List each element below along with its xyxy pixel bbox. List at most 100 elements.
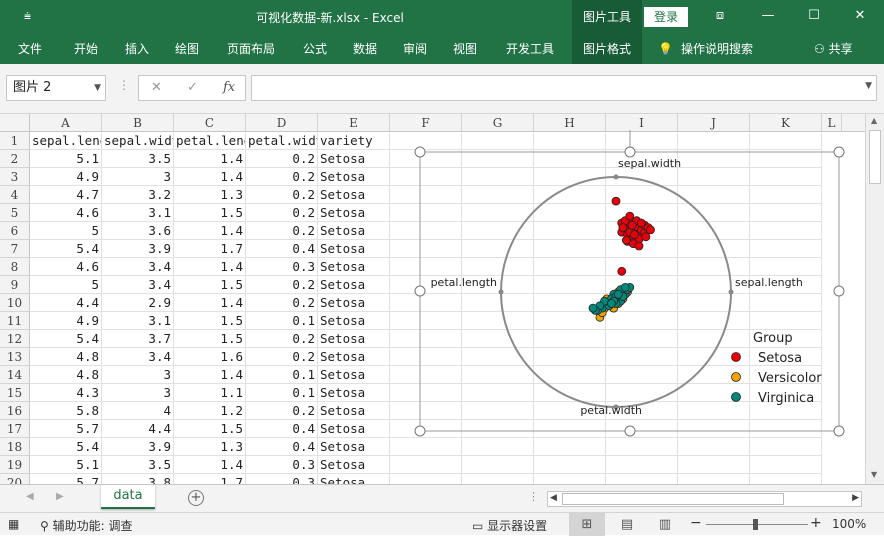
close-button[interactable]: ✕ (837, 0, 883, 34)
resize-handle[interactable] (624, 425, 636, 437)
cell[interactable]: 4.8 (30, 348, 102, 366)
cell[interactable]: 3.9 (102, 240, 174, 258)
cell[interactable] (390, 438, 462, 456)
cell[interactable]: 3.1 (102, 204, 174, 222)
cell[interactable]: 5.4 (30, 438, 102, 456)
cell[interactable] (606, 456, 678, 474)
cell[interactable]: 1.6 (174, 348, 246, 366)
confirm-icon[interactable]: ✓ (187, 80, 198, 95)
tab-formulas[interactable]: 公式 (294, 34, 336, 64)
cell[interactable]: 3.5 (102, 456, 174, 474)
cell[interactable] (462, 456, 534, 474)
cell[interactable]: 4.3 (30, 384, 102, 402)
cell[interactable] (678, 474, 750, 484)
tab-page-layout[interactable]: 页面布局 (218, 34, 284, 64)
cell[interactable]: 1.4 (174, 168, 246, 186)
cell[interactable]: 0.3 (246, 474, 318, 484)
cell[interactable]: Setosa (318, 204, 390, 222)
scroll-right-icon[interactable]: ▶ (852, 493, 859, 503)
chevron-down-icon[interactable]: ▼ (94, 76, 101, 100)
cell[interactable]: 0.2 (246, 222, 318, 240)
ribbon-display-options-icon[interactable]: ⧈ (697, 0, 743, 34)
tab-draw[interactable]: 绘图 (166, 34, 208, 64)
cell[interactable]: 1.4 (174, 366, 246, 384)
cell[interactable]: 1.1 (174, 384, 246, 402)
cell[interactable]: Setosa (318, 420, 390, 438)
cell[interactable] (750, 456, 822, 474)
cell[interactable]: Setosa (318, 330, 390, 348)
cell[interactable]: Setosa (318, 366, 390, 384)
display-settings[interactable]: ▭ 显示器设置 (472, 517, 547, 534)
cell[interactable]: 4.9 (30, 168, 102, 186)
cell[interactable]: Setosa (318, 168, 390, 186)
tab-data[interactable]: 数据 (344, 34, 386, 64)
horizontal-scroll-thumb[interactable] (562, 493, 784, 505)
column-header-f[interactable]: F (390, 114, 462, 132)
insert-function-icon[interactable]: fx (223, 80, 235, 95)
column-header-g[interactable]: G (462, 114, 534, 132)
cell[interactable]: 1.4 (174, 150, 246, 168)
cell[interactable] (750, 474, 822, 484)
cell[interactable]: 0.4 (246, 240, 318, 258)
sheet-tab-data[interactable]: data (101, 485, 155, 509)
cell[interactable]: 5.7 (30, 420, 102, 438)
cell[interactable] (750, 438, 822, 456)
cell[interactable] (462, 438, 534, 456)
minimize-button[interactable]: — (745, 0, 791, 34)
cell[interactable]: 5.1 (30, 456, 102, 474)
cell[interactable]: 0.4 (246, 438, 318, 456)
column-header-l[interactable]: L (822, 114, 842, 132)
scroll-left-icon[interactable]: ◀ (550, 493, 557, 503)
cell[interactable]: Setosa (318, 186, 390, 204)
cell[interactable]: 5.8 (30, 402, 102, 420)
cell[interactable]: 1.7 (174, 474, 246, 484)
cell[interactable]: 3.4 (102, 258, 174, 276)
splitter-icon[interactable]: ⋮ (118, 78, 130, 92)
column-header-i[interactable]: I (606, 114, 678, 132)
cell[interactable]: 0.2 (246, 330, 318, 348)
scroll-down-icon[interactable]: ▼ (871, 470, 877, 479)
quick-access-icon[interactable]: ⩧ (24, 9, 31, 24)
cell[interactable]: 0.3 (246, 456, 318, 474)
cell[interactable]: 4.9 (30, 312, 102, 330)
cell[interactable]: 0.2 (246, 150, 318, 168)
accessibility-status[interactable]: ⚲ 辅助功能: 调查 (40, 517, 132, 534)
cell[interactable]: 1.5 (174, 330, 246, 348)
cell[interactable] (606, 132, 678, 150)
cell[interactable]: 1.5 (174, 420, 246, 438)
cell[interactable]: 1.4 (174, 294, 246, 312)
cell[interactable]: 0.2 (246, 186, 318, 204)
resize-handle[interactable] (414, 425, 426, 437)
cell[interactable]: Setosa (318, 222, 390, 240)
row-header[interactable]: 14 (0, 366, 30, 384)
row-header[interactable]: 13 (0, 348, 30, 366)
cell[interactable]: 3.2 (102, 186, 174, 204)
row-header[interactable]: 17 (0, 420, 30, 438)
cell[interactable]: 1.4 (174, 222, 246, 240)
column-header-h[interactable]: H (534, 114, 606, 132)
cell[interactable]: 4.4 (102, 420, 174, 438)
cell[interactable]: 0.2 (246, 402, 318, 420)
cell[interactable] (462, 474, 534, 484)
page-break-view-icon[interactable]: ▥ (647, 513, 683, 536)
cell[interactable]: Setosa (318, 402, 390, 420)
cell[interactable]: 1.5 (174, 312, 246, 330)
cell[interactable]: 3.5 (102, 150, 174, 168)
zoom-level[interactable]: 100% (832, 517, 866, 531)
cell[interactable] (678, 132, 750, 150)
resize-handle[interactable] (414, 146, 426, 158)
cell[interactable]: 0.4 (246, 420, 318, 438)
cell[interactable]: 0.2 (246, 168, 318, 186)
tab-home[interactable]: 开始 (64, 34, 108, 64)
row-header[interactable]: 20 (0, 474, 30, 484)
cell[interactable]: 3 (102, 366, 174, 384)
cell[interactable]: Setosa (318, 456, 390, 474)
cell[interactable]: sepal.width (102, 132, 174, 150)
cell[interactable]: 5.1 (30, 150, 102, 168)
cell[interactable] (606, 438, 678, 456)
resize-handle[interactable] (833, 285, 845, 297)
column-header-d[interactable]: D (246, 114, 318, 132)
cell[interactable] (534, 132, 606, 150)
cell[interactable]: 3 (102, 384, 174, 402)
cell[interactable] (390, 456, 462, 474)
